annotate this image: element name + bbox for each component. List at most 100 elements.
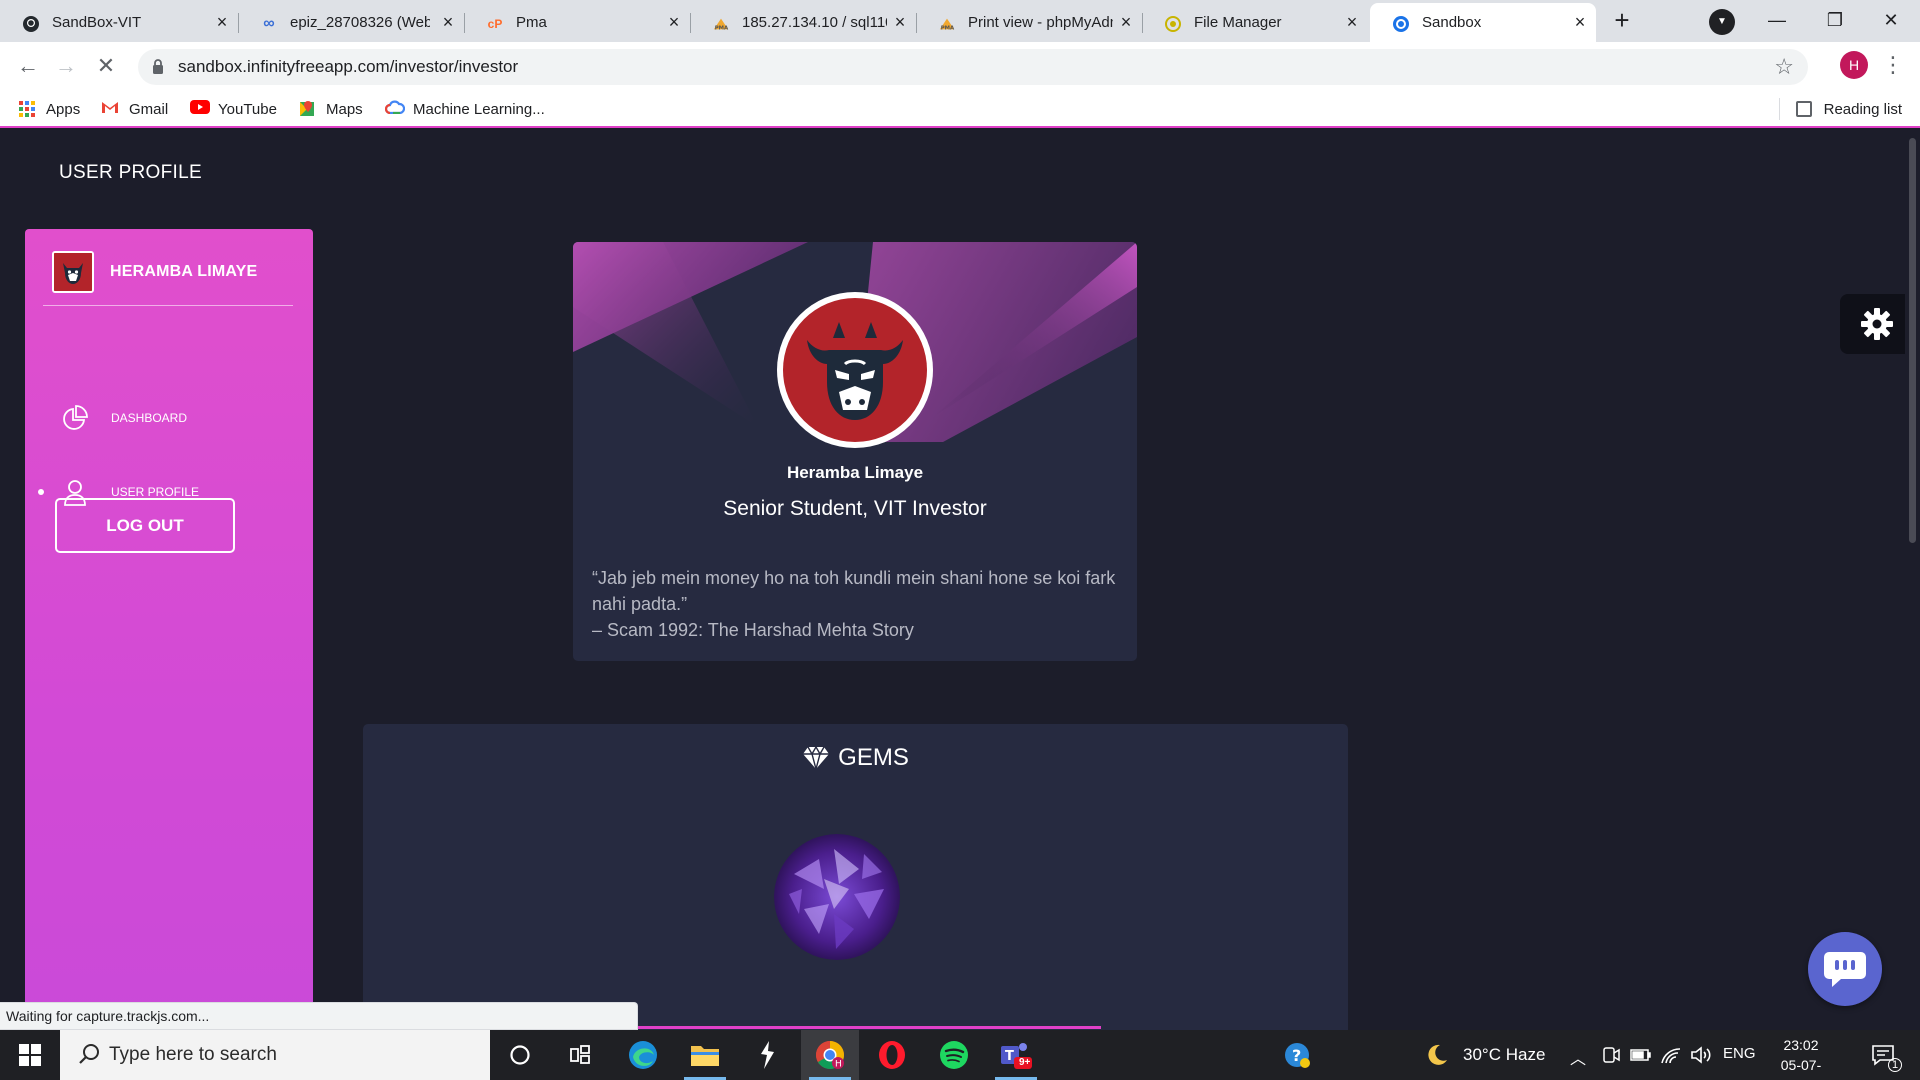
sidebar-user-name: HERAMBA LIMAYE <box>110 263 258 280</box>
gems-heading: GEMS <box>363 744 1348 772</box>
close-tab-icon[interactable]: × <box>890 12 910 32</box>
weather-tray[interactable] <box>1420 1030 1454 1080</box>
active-indicator <box>38 489 44 495</box>
browser-tab[interactable]: PMA Print view - phpMyAdm × <box>916 3 1143 42</box>
gem-image[interactable] <box>774 834 900 960</box>
bookmark-machine-learning[interactable]: Machine Learning... <box>384 98 545 120</box>
taskbar-chrome[interactable]: H <box>801 1030 859 1080</box>
gmail-icon <box>101 100 119 118</box>
divider <box>43 305 293 306</box>
bookmark-label: Maps <box>326 100 363 118</box>
profile-avatar[interactable]: H <box>1840 51 1868 79</box>
cortana-button[interactable] <box>491 1030 549 1080</box>
sandbox-icon <box>1392 15 1410 33</box>
divider <box>1778 98 1780 120</box>
scrollbar-thumb[interactable] <box>1909 138 1916 543</box>
profile-card: Heramba Limaye Senior Student, VIT Inves… <box>573 242 1137 661</box>
back-button[interactable]: ← <box>12 50 44 82</box>
meet-now-icon[interactable] <box>1601 1045 1621 1065</box>
taskbar-edge[interactable] <box>614 1030 672 1080</box>
avatar <box>52 251 94 293</box>
diamond-icon <box>803 746 830 770</box>
sidebar-item-dashboard[interactable]: DASHBOARD <box>25 398 313 438</box>
language-indicator[interactable]: ENG <box>1723 1045 1756 1062</box>
help-tray-button[interactable]: ? <box>1268 1030 1326 1080</box>
sidebar-user[interactable]: HERAMBA LIMAYE <box>52 251 257 293</box>
notification-center-button[interactable]: 1 <box>1858 1030 1908 1080</box>
spotify-icon <box>940 1041 968 1069</box>
close-tab-icon[interactable]: × <box>1570 12 1590 32</box>
taskbar-search-input[interactable]: Type here to search <box>60 1030 490 1080</box>
address-bar[interactable]: sandbox.infinityfreeapp.com/investor/inv… <box>138 49 1808 85</box>
weather-text[interactable]: 30°C Haze <box>1463 1045 1545 1065</box>
close-tab-icon[interactable]: × <box>1116 12 1136 32</box>
github-icon <box>22 15 40 33</box>
profile-quote: “Jab jeb mein money ho na toh kundli mei… <box>592 565 1122 643</box>
bookmark-label: YouTube <box>218 100 277 118</box>
taskbar-opera[interactable] <box>863 1030 921 1080</box>
clock-date: 05-07-2021 <box>1780 1057 1822 1080</box>
filemanager-icon <box>1164 15 1182 33</box>
windows-taskbar: Type here to search H T 9+ ? 30°C Haze ︿… <box>0 1030 1920 1080</box>
close-tab-icon[interactable]: × <box>212 12 232 32</box>
taskbar-file-explorer[interactable] <box>676 1030 734 1080</box>
svg-text:H: H <box>835 1060 842 1070</box>
taskbar-spotify[interactable] <box>925 1030 983 1080</box>
forward-button[interactable]: → <box>50 50 82 82</box>
bookmarks-bar: Apps Gmail YouTube Maps Machine Learning… <box>0 90 1920 128</box>
cloud-icon <box>384 100 406 118</box>
tab-title: Sandbox <box>1422 14 1482 31</box>
search-icon <box>79 1044 99 1064</box>
task-view-button[interactable] <box>551 1030 609 1080</box>
close-tab-icon[interactable]: × <box>1342 12 1362 32</box>
close-tab-icon[interactable]: × <box>664 12 684 32</box>
svg-text:PMA: PMA <box>941 25 955 31</box>
browser-tab[interactable]: SandBox-VIT × <box>0 3 239 42</box>
browser-tab[interactable]: ∞ epiz_28708326 (Websi × <box>238 3 465 42</box>
notification-badge: 1 <box>1888 1058 1902 1072</box>
close-window-button[interactable]: ✕ <box>1862 0 1920 40</box>
bookmark-maps[interactable]: Maps <box>298 98 363 120</box>
svg-text:PMA: PMA <box>715 25 729 31</box>
tab-title: 185.27.134.10 / sql110 <box>742 14 887 31</box>
profile-role: Senior Student, VIT Investor <box>723 497 987 520</box>
url-text: sandbox.infinityfreeapp.com/investor/inv… <box>178 57 519 76</box>
browser-tab[interactable]: PMA 185.27.134.10 / sql110 × <box>690 3 917 42</box>
bookmark-gmail[interactable]: Gmail <box>101 98 168 120</box>
browser-toolbar: ← → ✕ sandbox.infinityfreeapp.com/invest… <box>0 42 1920 90</box>
bookmark-star-icon[interactable]: ☆ <box>1774 54 1794 80</box>
quote-text: “Jab jeb mein money ho na toh kundli mei… <box>592 568 1116 614</box>
start-button[interactable] <box>0 1030 60 1080</box>
bookmark-apps[interactable]: Apps <box>18 98 80 120</box>
browser-tab[interactable]: File Manager × <box>1142 3 1368 42</box>
tab-title: SandBox-VIT <box>52 14 142 31</box>
bookmark-youtube[interactable]: YouTube <box>190 98 277 120</box>
close-tab-icon[interactable]: × <box>438 12 458 32</box>
bookmark-label: Apps <box>46 100 81 118</box>
logout-button[interactable]: LOG OUT <box>55 498 235 553</box>
browser-tab[interactable]: cP Pma × <box>464 3 691 42</box>
taskbar-teams[interactable]: T 9+ <box>987 1030 1045 1080</box>
browser-tab-active[interactable]: Sandbox × <box>1370 3 1596 42</box>
sidebar: HERAMBA LIMAYE DASHBOARD USER PROFILE LO… <box>25 229 313 1030</box>
new-tab-button[interactable]: + <box>1607 6 1637 36</box>
chat-button[interactable] <box>1808 932 1882 1006</box>
menu-icon[interactable]: ⋮ <box>1882 52 1904 78</box>
page-scrollbar[interactable] <box>1905 128 1920 1030</box>
tab-search-icon[interactable]: ▼ <box>1709 9 1735 35</box>
settings-button[interactable] <box>1840 294 1905 354</box>
show-hidden-icons-icon[interactable]: ︿ <box>1570 1045 1586 1069</box>
wifi-icon[interactable] <box>1660 1045 1682 1065</box>
windows-logo-icon <box>19 1044 41 1066</box>
volume-icon[interactable] <box>1690 1045 1714 1065</box>
tab-title: File Manager <box>1194 14 1282 31</box>
stop-loading-button[interactable]: ✕ <box>90 50 122 82</box>
battery-icon[interactable] <box>1630 1047 1652 1063</box>
taskbar-clock[interactable]: 23:02 05-07-2021 <box>1766 1035 1836 1080</box>
phpmyadmin-icon: PMA <box>938 15 956 33</box>
restore-button[interactable]: ❐ <box>1806 0 1864 40</box>
youtube-icon <box>190 100 210 118</box>
minimize-button[interactable]: — <box>1748 0 1806 40</box>
taskbar-app[interactable] <box>738 1030 796 1080</box>
reading-list-button[interactable]: Reading list <box>1778 98 1902 120</box>
